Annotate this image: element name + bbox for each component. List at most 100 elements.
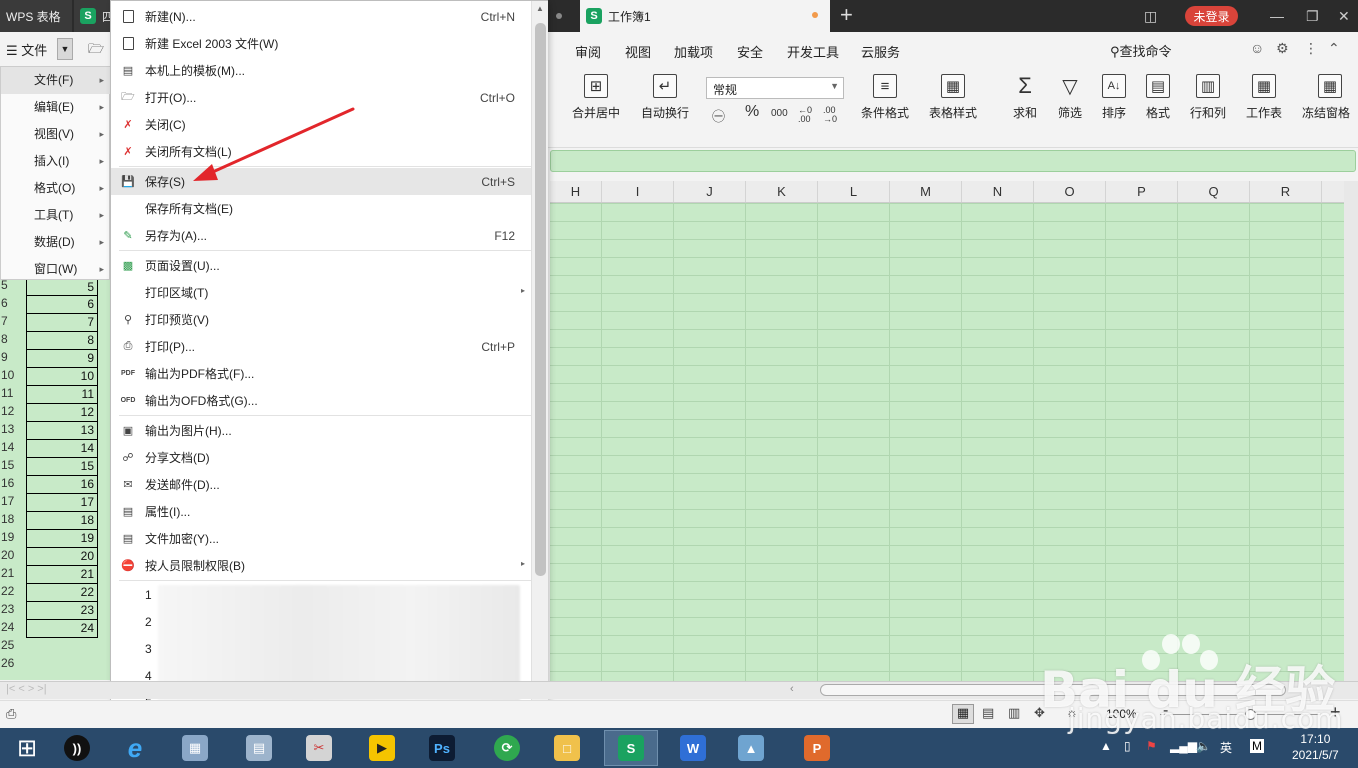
table-cell[interactable]: 21 <box>26 566 98 584</box>
submenu-file[interactable]: 文件(F) ▸ <box>1 67 111 94</box>
worksheet-button[interactable]: ▦ 工作表 <box>1246 74 1282 121</box>
row-number[interactable]: 17 <box>0 494 24 508</box>
menu-item-encrypt[interactable]: ▤ 文件加密(Y)... <box>111 525 531 552</box>
table-style-button[interactable]: ▦ 表格样式 <box>929 74 977 121</box>
increase-decimal-button[interactable]: ←0 .00 <box>798 106 818 124</box>
normal-view-icon[interactable]: ▦ <box>952 704 974 724</box>
currency-button[interactable]: ㊀ <box>712 106 725 125</box>
taskbar-app-wps-writer[interactable]: W <box>666 730 720 766</box>
taskbar-app-player[interactable]: ▶ <box>355 730 409 766</box>
tab-security[interactable]: 安全 <box>737 42 763 61</box>
file-menu-button[interactable]: ☰ 文件 <box>6 40 47 59</box>
menu-item-save[interactable]: 💾 保存(S) Ctrl+S <box>111 168 531 195</box>
row-number[interactable]: 23 <box>0 602 24 616</box>
submenu-window[interactable]: 窗口(W) ▸ <box>1 256 111 283</box>
taskbar-app-ie[interactable]: e <box>108 730 162 766</box>
start-button[interactable]: ⊞ <box>0 730 54 766</box>
format-button[interactable]: ▤ 格式 <box>1146 74 1170 121</box>
wrap-text-button[interactable]: ↵ 自动换行 <box>641 74 689 121</box>
row-number[interactable]: 19 <box>0 530 24 544</box>
column-header[interactable]: J <box>674 181 746 202</box>
row-number[interactable]: 18 <box>0 512 24 526</box>
recent-file-2[interactable]: 2 <box>145 615 152 629</box>
column-header[interactable]: H <box>550 181 602 202</box>
taskbar-app-audio[interactable]: )) <box>50 730 104 766</box>
menu-item-save-all[interactable]: 保存所有文档(E) <box>111 195 531 222</box>
menu-item-export-pdf[interactable]: PDF 输出为PDF格式(F)... <box>111 360 531 387</box>
scroll-left-icon[interactable]: ‹ <box>790 683 794 695</box>
menu-item-templates[interactable]: ▤ 本机上的模板(M)... <box>111 57 531 84</box>
row-number[interactable]: 25 <box>0 638 24 652</box>
row-number[interactable]: 26 <box>0 656 24 670</box>
row-number[interactable]: 21 <box>0 566 24 580</box>
menu-item-restrict[interactable]: ⛔ 按人员限制权限(B) ▸ <box>111 552 531 579</box>
collapse-ribbon-icon[interactable]: ⌃ <box>1328 40 1340 57</box>
submenu-format[interactable]: 格式(O) ▸ <box>1 175 111 202</box>
table-cell[interactable]: 10 <box>26 368 98 386</box>
table-cell[interactable]: 9 <box>26 350 98 368</box>
table-cell[interactable]: 23 <box>26 602 98 620</box>
menu-item-properties[interactable]: ▤ 属性(I)... <box>111 498 531 525</box>
conditional-format-button[interactable]: ≡ 条件格式 <box>861 74 909 121</box>
macro-icon[interactable]: ⎙ <box>6 706 16 722</box>
column-header[interactable]: N <box>962 181 1034 202</box>
sheet-nav-icons[interactable]: |< < > >| <box>6 683 47 695</box>
column-header[interactable]: Q <box>1178 181 1250 202</box>
table-cell[interactable]: 24 <box>26 620 98 638</box>
menu-item-print[interactable]: ⎙ 打印(P)... Ctrl+P <box>111 333 531 360</box>
menu-scroll-thumb[interactable] <box>535 23 546 576</box>
merge-center-button[interactable]: ⊞ 合并居中 <box>572 74 620 121</box>
table-cell[interactable]: 8 <box>26 332 98 350</box>
tray-expand-icon[interactable]: ▲ <box>1100 739 1112 753</box>
row-number[interactable]: 24 <box>0 620 24 634</box>
restore-icon[interactable]: ❐ <box>1306 0 1319 32</box>
column-header[interactable]: O <box>1034 181 1106 202</box>
recent-file-3[interactable]: 3 <box>145 642 152 656</box>
taskbar-app-wps-sheet[interactable]: S <box>604 730 658 766</box>
feedback-icon[interactable]: ☺ <box>1250 40 1264 56</box>
row-number[interactable]: 20 <box>0 548 24 562</box>
menu-item-print-preview[interactable]: ⚲ 打印预览(V) <box>111 306 531 333</box>
menu-item-new-excel2003[interactable]: 新建 Excel 2003 文件(W) <box>111 30 531 57</box>
row-number[interactable]: 14 <box>0 440 24 454</box>
submenu-edit[interactable]: 编辑(E) ▸ <box>1 94 111 121</box>
table-cell[interactable]: 6 <box>26 296 98 314</box>
table-cell[interactable]: 17 <box>26 494 98 512</box>
tab-wps-app[interactable]: WPS 表格 <box>0 0 72 32</box>
table-cell[interactable]: 16 <box>26 476 98 494</box>
tab-developer[interactable]: 开发工具 <box>787 42 839 61</box>
more-icon[interactable]: ⋮ <box>1304 40 1318 57</box>
tray-network-icon[interactable]: ⚑ <box>1146 739 1157 753</box>
row-number[interactable]: 12 <box>0 404 24 418</box>
taskbar-app-monitor[interactable]: ▤ <box>232 730 286 766</box>
submenu-data[interactable]: 数据(D) ▸ <box>1 229 111 256</box>
menu-item-close[interactable]: ✗ 关闭(C) <box>111 111 531 138</box>
percent-button[interactable]: % <box>745 103 759 121</box>
menu-item-page-setup[interactable]: ▩ 页面设置(U)... <box>111 252 531 279</box>
table-cell[interactable]: 12 <box>26 404 98 422</box>
row-number[interactable]: 15 <box>0 458 24 472</box>
cell-grid[interactable] <box>550 203 1344 681</box>
row-number[interactable]: 16 <box>0 476 24 490</box>
tab-cloud[interactable]: 云服务 <box>861 42 900 61</box>
submenu-insert[interactable]: 插入(I) ▸ <box>1 148 111 175</box>
table-cell[interactable]: 14 <box>26 440 98 458</box>
tab-addins[interactable]: 加载项 <box>674 42 713 61</box>
row-number[interactable]: 10 <box>0 368 24 382</box>
vertical-scrollbar[interactable] <box>1344 181 1358 681</box>
page-view-icon[interactable]: ▤ <box>982 705 994 721</box>
menu-item-print-area[interactable]: 打印区域(T) ▸ <box>111 279 531 306</box>
table-cell[interactable]: 20 <box>26 548 98 566</box>
rows-cols-button[interactable]: ▥ 行和列 <box>1190 74 1226 121</box>
page-break-icon[interactable]: ▥ <box>1008 705 1020 721</box>
menu-item-send-mail[interactable]: ✉ 发送邮件(D)... <box>111 471 531 498</box>
sum-button[interactable]: Σ 求和 <box>1013 73 1037 121</box>
freeze-panes-button[interactable]: ▦ 冻结窗格 <box>1302 74 1358 121</box>
number-format-select[interactable]: 常规 ▼ <box>706 77 844 99</box>
reading-mode-icon[interactable]: ◫ <box>1144 0 1157 32</box>
table-cell[interactable]: 22 <box>26 584 98 602</box>
new-tab-button[interactable]: + <box>840 2 853 28</box>
recent-file-1[interactable]: 1 <box>145 588 152 602</box>
row-number[interactable]: 8 <box>0 332 24 346</box>
gear-icon[interactable]: ⚙ <box>1276 40 1289 57</box>
